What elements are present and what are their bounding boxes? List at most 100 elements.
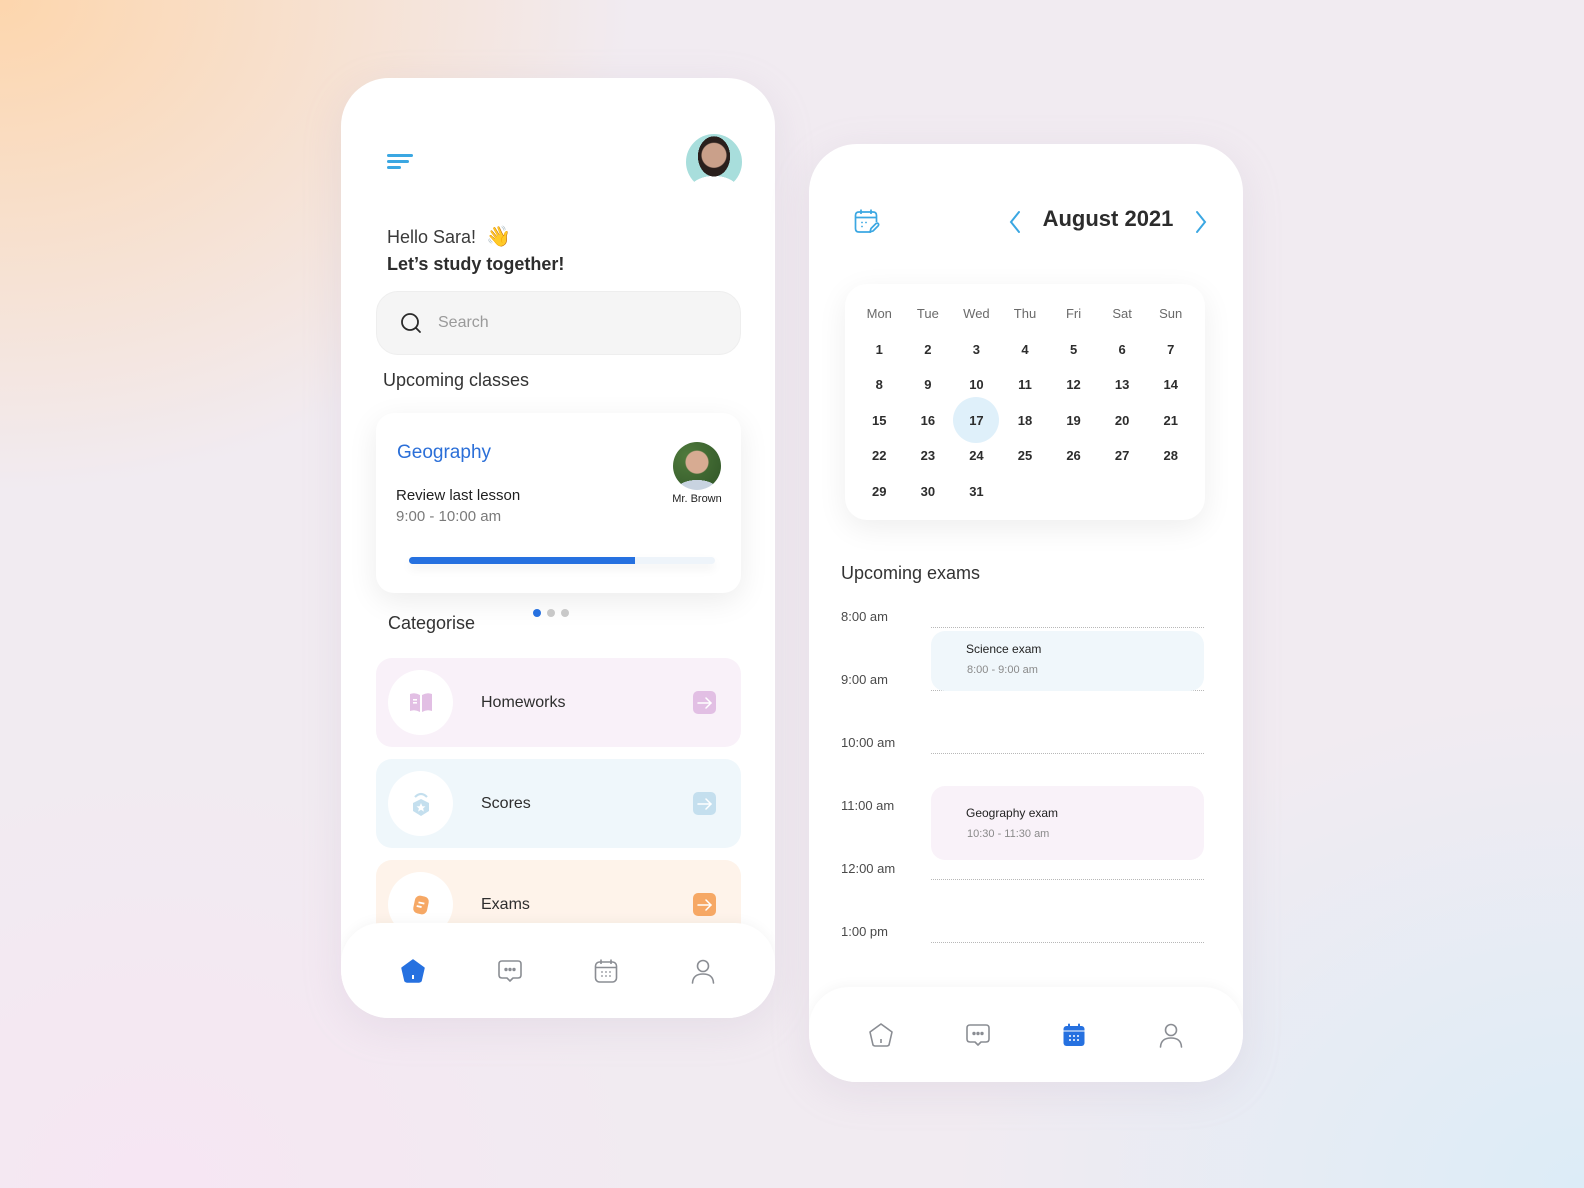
carousel-dot[interactable] [533,609,541,617]
category-label: Exams [481,895,530,913]
calendar-day[interactable]: 20 [1098,403,1147,439]
nav-calendar[interactable] [1052,1013,1096,1057]
calendar-day[interactable]: 11 [1001,367,1050,403]
calendar-day[interactable]: 16 [904,403,953,439]
category-homeworks[interactable]: Homeworks [376,658,741,747]
calendar-day[interactable]: 18 [1001,403,1050,439]
calendar-day[interactable]: 4 [1001,332,1050,368]
calendar-day[interactable]: 3 [952,332,1001,368]
calendar-day[interactable]: 9 [904,367,953,403]
nav-messages[interactable] [956,1013,1000,1057]
calendar-day[interactable]: 27 [1098,438,1147,474]
calendar-day[interactable]: 29 [855,474,904,510]
bottom-nav [341,923,775,1018]
arrow-right-icon[interactable] [693,893,716,916]
category-icon-circle [388,771,453,836]
calendar-day-selected[interactable]: 17 [952,397,1001,443]
calendar-day[interactable]: 24 [952,438,1001,474]
calendar-day[interactable]: 15 [855,403,904,439]
time-slot-label: 8:00 am [841,609,888,624]
nav-profile[interactable] [1149,1013,1193,1057]
search-bar[interactable] [376,291,741,355]
nav-home[interactable] [859,1013,903,1057]
calendar-day[interactable]: 25 [1001,438,1050,474]
day-number: 7 [1167,341,1175,357]
day-number: 2 [924,341,932,357]
next-month-button[interactable] [1189,208,1213,236]
category-scores[interactable]: Scores [376,759,741,848]
calendar-day[interactable]: 19 [1049,403,1098,439]
teacher-avatar [673,442,721,490]
user-avatar[interactable] [686,134,742,190]
day-number: 19 [1066,412,1081,428]
category-label: Scores [481,794,531,812]
calendar-day[interactable]: 28 [1146,438,1195,474]
day-number: 18 [1017,412,1033,428]
day-number: 8 [875,377,883,393]
day-number: 27 [1114,448,1130,464]
category-icon-circle [388,670,453,735]
calendar-day[interactable]: 5 [1049,332,1098,368]
day-number: 28 [1163,448,1178,464]
calendar-edit-icon[interactable] [852,207,880,235]
exam-time: 10:30 - 11:30 am [967,828,1050,840]
calendar-day[interactable]: 26 [1049,438,1098,474]
wave-icon: 👋 [486,226,511,248]
class-card[interactable]: Geography Review last lesson 9:00 - 10:0… [376,413,741,593]
calendar-day[interactable]: 8 [855,367,904,403]
calendar-day[interactable]: 14 [1146,367,1195,403]
arrow-right-icon[interactable] [693,691,716,714]
calendar-day[interactable]: 22 [855,438,904,474]
exam-item[interactable]: Science exam 8:00 - 9:00 am [931,631,1204,691]
class-progress-fill [409,557,636,564]
calendar-day[interactable]: 31 [952,474,1001,510]
exam-item[interactable]: Geography exam 10:30 - 11:30 am [931,786,1204,860]
weekday-label: Mon [866,306,892,322]
chevron-right-icon [1196,211,1207,233]
calendar-day[interactable]: 7 [1146,332,1195,368]
calendar-day[interactable]: 30 [904,474,953,510]
day-number: 4 [1021,341,1029,357]
calendar-day[interactable]: 12 [1049,367,1098,403]
class-topic: Review last lesson [396,487,521,504]
day-number: 21 [1163,412,1178,428]
time-slot-label: 11:00 am [841,798,895,813]
calendar-day[interactable]: 23 [904,438,953,474]
carousel-dot[interactable] [561,609,569,617]
nav-profile[interactable] [681,949,725,993]
day-number: 16 [920,412,936,428]
exam-time: 8:00 - 9:00 am [967,664,1038,676]
exam-name: Science exam [966,642,1042,656]
class-progress-bar [409,557,715,564]
time-slot-label: 1:00 pm [841,924,888,939]
calendar-day[interactable]: 6 [1098,332,1147,368]
nav-messages[interactable] [488,949,532,993]
calendar-day[interactable]: 1 [855,332,904,368]
medal-icon [412,792,429,816]
previous-month-button[interactable] [1003,208,1027,236]
day-number: 13 [1114,377,1130,393]
search-icon [401,313,421,333]
time-slot-label: 10:00 am [841,735,896,750]
day-number: 5 [1069,341,1078,357]
home-icon [401,958,425,983]
calendar-day[interactable]: 21 [1146,403,1195,439]
time-slot-label: 9:00 am [841,672,888,687]
day-number: 17 [969,412,984,428]
calendar-day[interactable]: 2 [904,332,953,368]
carousel-dot[interactable] [547,609,555,617]
calendar-day[interactable]: 13 [1098,367,1147,403]
calendar-icon [1063,1023,1085,1046]
nav-home[interactable] [391,949,435,993]
day-number: 24 [969,448,984,464]
category-label: Homeworks [481,693,566,711]
arrow-right-icon[interactable] [693,792,716,815]
calendar-icon [594,959,618,983]
search-input[interactable] [438,314,698,332]
nav-calendar[interactable] [584,949,628,993]
day-number: 29 [872,483,887,499]
day-number: 23 [920,448,936,464]
weekday-label: Tue [916,306,939,322]
menu-icon[interactable] [387,153,413,173]
day-number: 3 [972,341,981,357]
